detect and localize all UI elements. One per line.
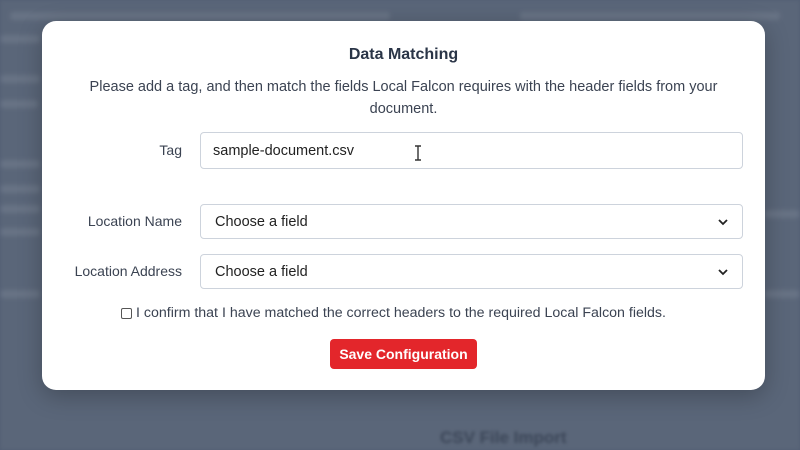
location-address-label: Location Address xyxy=(74,263,182,279)
dialog-title: Data Matching xyxy=(348,46,459,63)
location-address-selected-value: Choose a field xyxy=(215,263,308,280)
tag-input[interactable] xyxy=(200,132,743,169)
save-configuration-button[interactable]: Save Configuration xyxy=(330,339,477,369)
dialog-description: Please add a tag, and then match the fie… xyxy=(89,79,718,117)
location-name-select[interactable]: Choose a field xyxy=(200,204,743,239)
chevron-down-icon xyxy=(718,268,728,275)
text-cursor-icon xyxy=(415,145,421,161)
location-name-selected-value: Choose a field xyxy=(215,213,308,230)
tag-label: Tag xyxy=(159,142,182,158)
location-address-select[interactable]: Choose a field xyxy=(200,254,743,289)
confirm-label[interactable]: I confirm that I have matched the correc… xyxy=(136,305,666,321)
confirm-checkbox[interactable] xyxy=(121,307,132,319)
data-matching-dialog: Data Matching Please add a tag, and then… xyxy=(42,21,765,390)
confirm-row: I confirm that I have matched the correc… xyxy=(121,305,666,321)
location-name-label: Location Name xyxy=(87,213,182,229)
chevron-down-icon xyxy=(718,218,728,225)
